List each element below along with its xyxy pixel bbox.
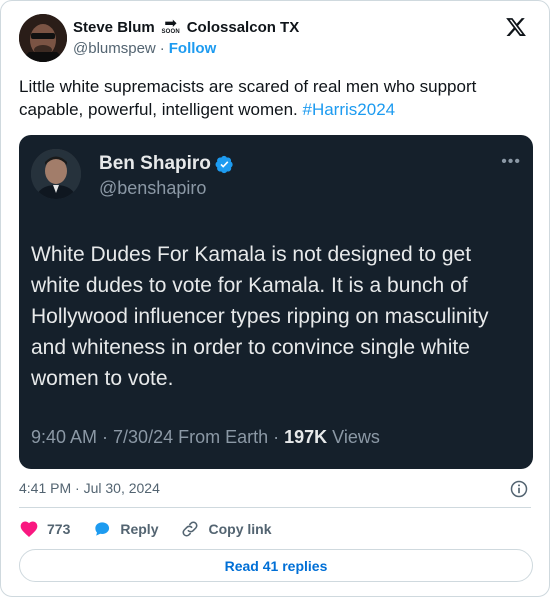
verified-badge-icon [215, 155, 233, 173]
like-count: 773 [47, 521, 71, 537]
follow-button[interactable]: Follow [169, 40, 217, 57]
author-handle-row: @blumspew · Follow [73, 40, 216, 57]
embedded-avatar [31, 149, 81, 199]
hashtag-link[interactable]: #Harris2024 [303, 100, 396, 119]
copy-link-label: Copy link [208, 521, 272, 537]
embedded-body: White Dudes For Kamala is not designed t… [31, 243, 489, 390]
soon-label: SOON [161, 29, 180, 35]
info-icon[interactable] [509, 479, 529, 499]
arrow-right-icon: ➡ SOON [161, 15, 180, 35]
tweet-text: Little white supremacists are scared of … [19, 75, 534, 121]
copy-link-button[interactable]: Copy link [180, 519, 272, 539]
action-bar: 773 Reply Copy link [19, 518, 294, 540]
link-icon [182, 521, 198, 537]
divider [19, 507, 531, 508]
author-name[interactable]: Steve Blum [73, 19, 155, 36]
embedded-name-text: Ben Shapiro [99, 153, 211, 174]
author-avatar[interactable] [19, 14, 67, 62]
like-button[interactable]: 773 [19, 519, 70, 539]
embedded-meta-time: 9:40 AM · 7/30/24 From Earth · [31, 427, 285, 447]
embedded-meta: 9:40 AM · 7/30/24 From Earth · 197K View… [31, 427, 380, 448]
reply-button[interactable]: Reply [92, 519, 158, 539]
author-name-suffix[interactable]: Colossalcon TX [187, 19, 300, 36]
separator-dot: · [159, 40, 165, 57]
embedded-author-name: Ben Shapiro [99, 153, 234, 175]
x-logo-icon[interactable] [505, 16, 527, 38]
avatar-image [19, 14, 67, 62]
author-handle[interactable]: @blumspew [73, 40, 156, 57]
embedded-tweet-image[interactable]: Ben Shapiro @benshapiro ••• White Dudes … [19, 135, 533, 469]
embedded-handle: @benshapiro [99, 178, 207, 198]
embedded-views-label: Views [327, 427, 380, 447]
reply-label: Reply [120, 521, 159, 537]
heart-icon [20, 521, 38, 537]
tweet-body: Little white supremacists are scared of … [19, 77, 477, 119]
author-name-row[interactable]: Steve Blum ➡ SOON Colossalcon TX [73, 15, 300, 37]
embedded-views-count: 197K [284, 427, 328, 447]
reply-bubble-icon [95, 522, 110, 536]
read-replies-button[interactable]: Read 41 replies [19, 549, 533, 582]
tweet-timestamp[interactable]: 4:41 PM · Jul 30, 2024 [19, 480, 160, 496]
embedded-avatar-image [31, 149, 81, 199]
tweet-card: Steve Blum ➡ SOON Colossalcon TX @blumsp… [0, 0, 550, 597]
more-icon: ••• [501, 153, 521, 170]
